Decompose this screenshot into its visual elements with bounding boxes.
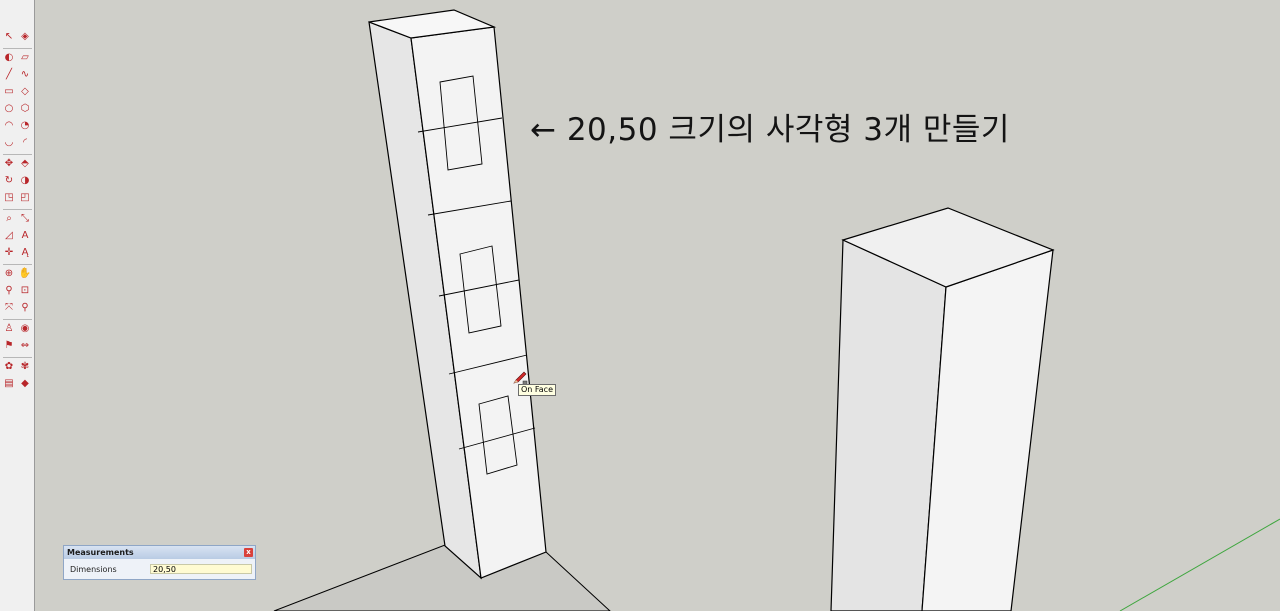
- rotated-rectangle-tool-icon[interactable]: ◇: [18, 85, 32, 99]
- share-model-tool-icon[interactable]: ✾: [18, 360, 32, 374]
- eraser-tool-icon[interactable]: ▱: [18, 51, 32, 65]
- previous-view-tool-icon[interactable]: ⚲: [18, 301, 32, 315]
- toolbar-row: ✛ Ą: [2, 246, 34, 262]
- toolbar-separator: [3, 209, 32, 210]
- toolbar-row: ╱ ∿: [2, 68, 34, 84]
- zoom-tool-icon[interactable]: ⚲: [2, 284, 16, 298]
- dimension-tool-icon[interactable]: ⤡: [18, 212, 32, 226]
- toolbar-separator: [3, 264, 32, 265]
- measurements-title: Measurements x: [64, 546, 255, 559]
- toolbar-row: ◐ ▱: [2, 51, 34, 67]
- look-around-tool-icon[interactable]: ◉: [18, 322, 32, 336]
- tape-measure-tool-icon[interactable]: ⌕: [2, 212, 16, 226]
- toolbar-row: ✥ ⬘: [2, 157, 34, 173]
- select-tool-icon[interactable]: ↖: [2, 30, 16, 44]
- toolbar-separator: [3, 48, 32, 49]
- axes-tool-icon[interactable]: ✛: [2, 246, 16, 260]
- toolbar-separator: [3, 154, 32, 155]
- toolbar-row: ↖ ◈: [2, 30, 34, 46]
- toolbar-separator: [3, 319, 32, 320]
- position-camera-tool-icon[interactable]: ♙: [2, 322, 16, 336]
- measurements-title-text: Measurements: [67, 548, 134, 557]
- toolbar-separator: [3, 357, 32, 358]
- toolbar-row: ◡ ◜: [2, 136, 34, 152]
- follow-me-tool-icon[interactable]: ◑: [18, 174, 32, 188]
- toolbar-row: ✿ ✾: [2, 360, 34, 376]
- toolbar-row: ↻ ◑: [2, 174, 34, 190]
- tool-palette: ↖ ◈ ◐ ▱ ╱ ∿ ▭ ◇ ○ ⬡ ◠ ◔ ◡ ◜ ✥ ⬘ ↻ ◑ ◳ ◰ ⌕ ⤡ ◿ A ✛ Ą ⊕ ✋ ⚲ ⊡ ⤧ ⚲ ♙ ◉ ⚑ ⇔ ✿ ✾ ▤ ◆: [0, 0, 35, 611]
- toolbar-row: ⊕ ✋: [2, 267, 34, 283]
- move-tool-icon[interactable]: ✥: [2, 157, 16, 171]
- toolbar-row: ♙ ◉: [2, 322, 34, 338]
- toolbar-row: ▤ ◆: [2, 377, 34, 393]
- toolbar-row: ⌕ ⤡: [2, 212, 34, 228]
- ground-surface[interactable]: [273, 544, 611, 611]
- modeling-viewport[interactable]: [36, 0, 1280, 611]
- offset-tool-icon[interactable]: ◰: [18, 191, 32, 205]
- extension-warehouse-tool-icon[interactable]: ▤: [2, 377, 16, 391]
- push-pull-tool-icon[interactable]: ⬘: [18, 157, 32, 171]
- dimensions-input[interactable]: 20,50: [150, 564, 252, 574]
- text-tool-icon[interactable]: A: [18, 229, 32, 243]
- rotate-tool-icon[interactable]: ↻: [2, 174, 16, 188]
- ruby-console-tool-icon[interactable]: ◆: [18, 377, 32, 391]
- close-icon[interactable]: x: [244, 548, 253, 557]
- protractor-tool-icon[interactable]: ◿: [2, 229, 16, 243]
- line-tool-icon[interactable]: ╱: [2, 68, 16, 82]
- two-point-arc-tool-icon[interactable]: ◡: [2, 136, 16, 150]
- warehouse-tool-icon[interactable]: ✿: [2, 360, 16, 374]
- rectangle-tool-icon[interactable]: ▭: [2, 85, 16, 99]
- paint-bucket-tool-icon[interactable]: ◐: [2, 51, 16, 65]
- scale-tool-icon[interactable]: ◳: [2, 191, 16, 205]
- pan-tool-icon[interactable]: ✋: [18, 267, 32, 281]
- toolbar-row: ▭ ◇: [2, 85, 34, 101]
- section-plane-tool-icon[interactable]: ⇔: [18, 339, 32, 353]
- inference-tooltip: On Face: [518, 384, 556, 396]
- freehand-tool-icon[interactable]: ∿: [18, 68, 32, 82]
- toolbar-row: ⤧ ⚲: [2, 301, 34, 317]
- arc-tool-icon[interactable]: ◠: [2, 119, 16, 133]
- pie-tool-icon[interactable]: ◔: [18, 119, 32, 133]
- zoom-window-tool-icon[interactable]: ⊡: [18, 284, 32, 298]
- scene-canvas[interactable]: [36, 0, 1280, 611]
- dimensions-label: Dimensions: [70, 565, 117, 574]
- toolbar-row: ◳ ◰: [2, 191, 34, 207]
- walk-tool-icon[interactable]: ⚑: [2, 339, 16, 353]
- zoom-extents-tool-icon[interactable]: ⤧: [2, 301, 16, 315]
- polygon-tool-icon[interactable]: ⬡: [18, 102, 32, 116]
- instruction-annotation: ← 20,50 크기의 사각형 3개 만들기: [530, 112, 1010, 148]
- measurements-panel: Measurements x Dimensions 20,50: [63, 545, 256, 580]
- toolbar-row: ○ ⬡: [2, 102, 34, 118]
- orbit-tool-icon[interactable]: ⊕: [2, 267, 16, 281]
- pencil-cursor-icon: [513, 371, 528, 385]
- circle-tool-icon[interactable]: ○: [2, 102, 16, 116]
- three-point-arc-tool-icon[interactable]: ◜: [18, 136, 32, 150]
- make-component-tool-icon[interactable]: ◈: [18, 30, 32, 44]
- 3d-text-tool-icon[interactable]: Ą: [18, 246, 32, 260]
- toolbar-row: ⚑ ⇔: [2, 339, 34, 355]
- toolbar-row: ◿ A: [2, 229, 34, 245]
- toolbar-row: ◠ ◔: [2, 119, 34, 135]
- toolbar-row: ⚲ ⊡: [2, 284, 34, 300]
- green-axis-line: [1119, 518, 1280, 611]
- measurements-row: Dimensions 20,50: [64, 559, 255, 579]
